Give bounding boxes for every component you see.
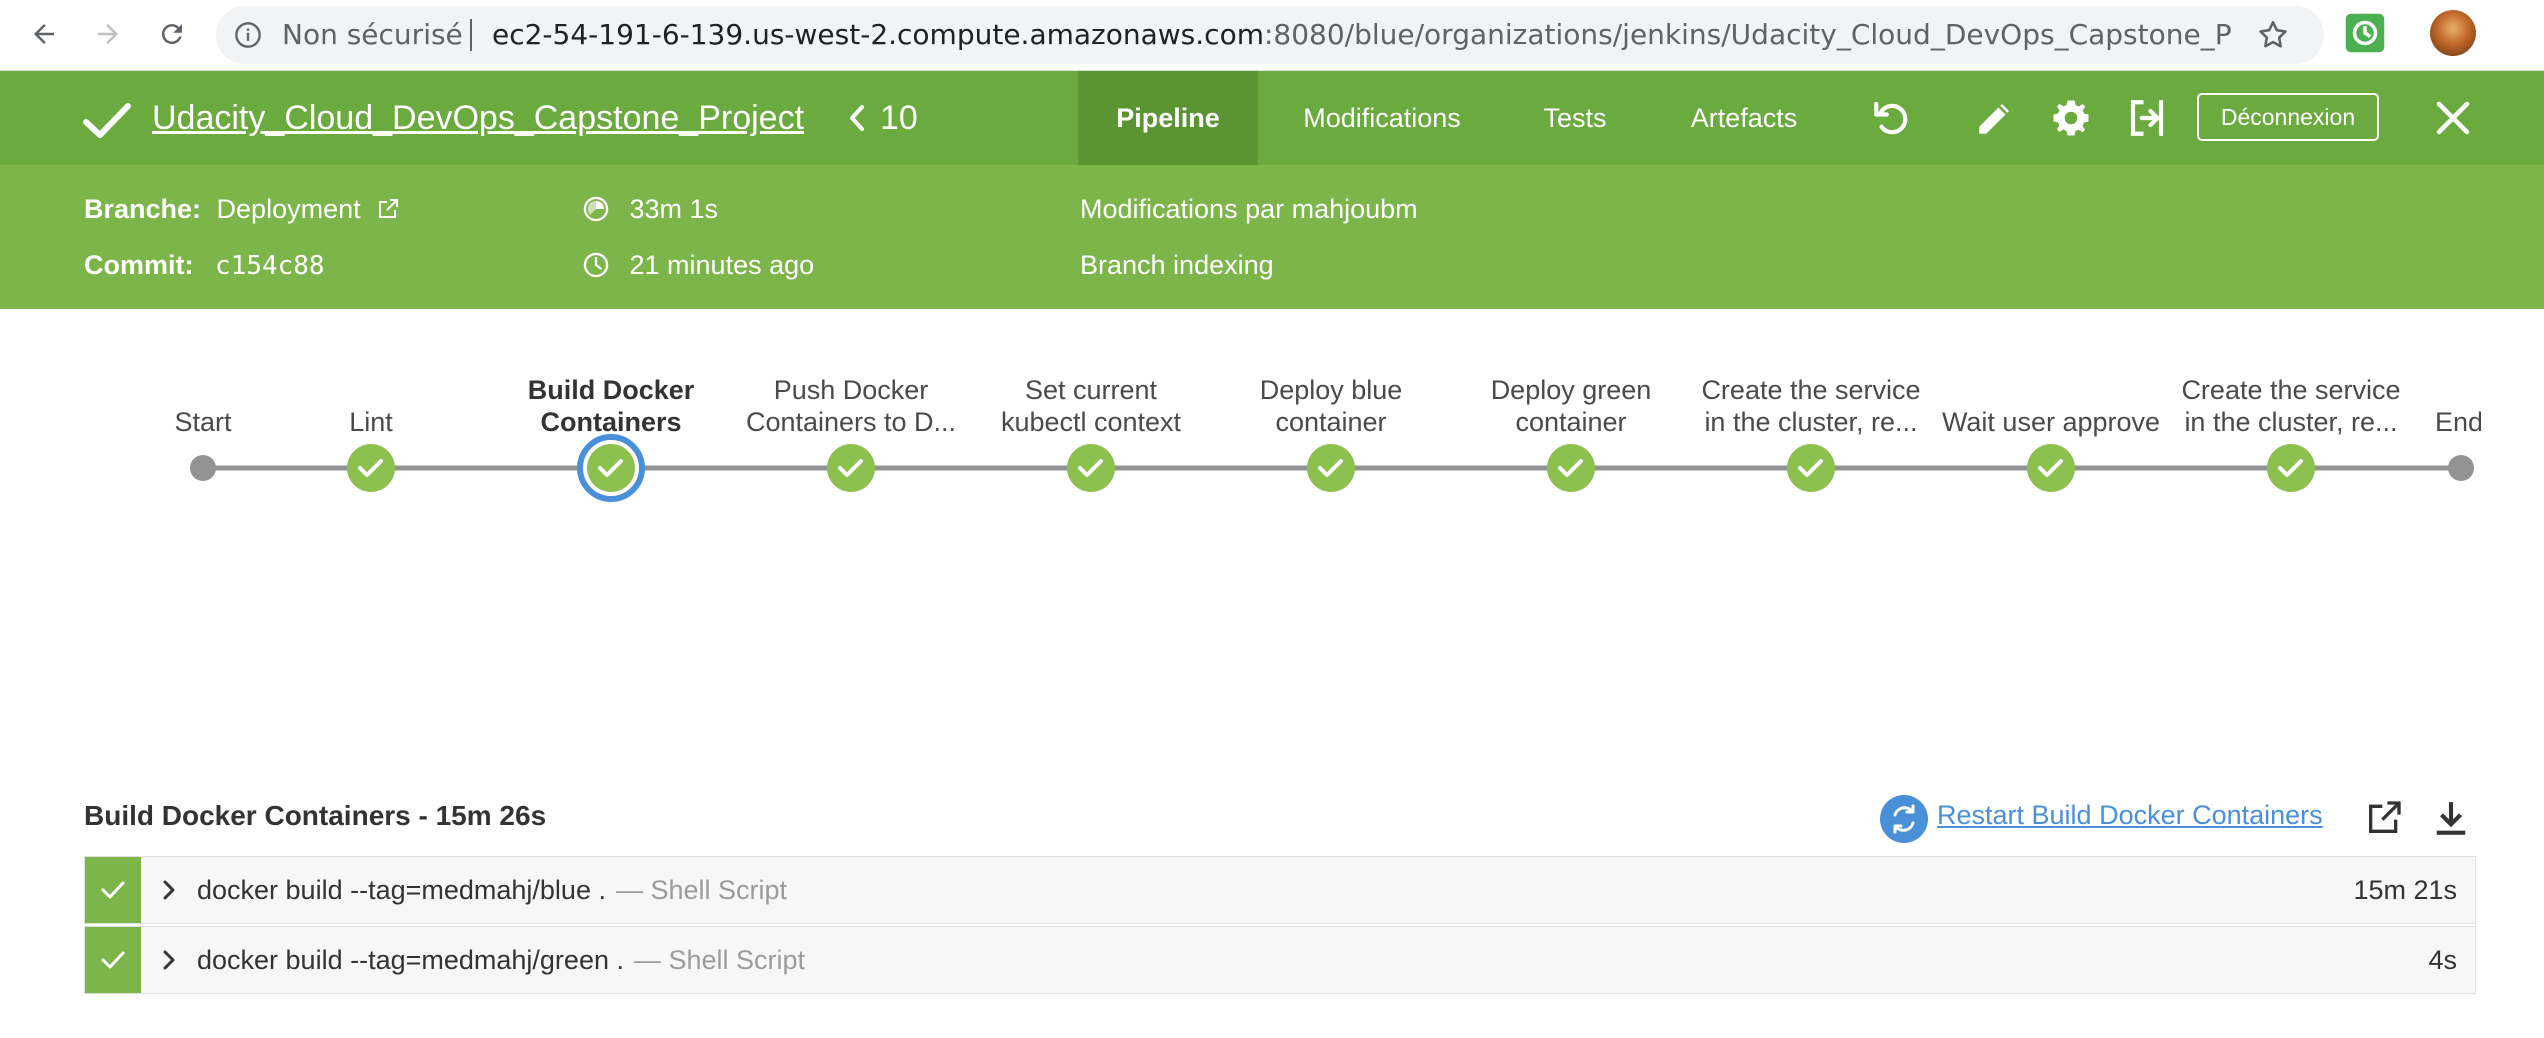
run-number: 10 [880,99,918,137]
stage-node-2[interactable] [577,434,645,502]
omnibox-separator [470,19,472,51]
started-row: 21 minutes ago [582,247,814,283]
branch-row: Branche: Deployment [84,191,400,227]
stage-node-3[interactable] [827,444,875,492]
chevron-left-icon[interactable] [846,101,868,135]
step-kind: — Shell Script [615,875,788,905]
run-header: Udacity_Cloud_DevOps_Capstone_Project 10… [0,71,2544,165]
started-value: 21 minutes ago [629,250,815,280]
restart-icon[interactable] [1880,795,1928,843]
browser-toolbar: Non sécurisé ec2-54-191-6-139.us-west-2.… [0,0,2544,71]
stage-node-8[interactable] [2027,444,2075,492]
forward-icon[interactable] [86,12,130,56]
project-link[interactable]: Udacity_Cloud_DevOps_Capstone_Project [152,95,804,141]
success-check-icon [83,103,131,138]
info-icon[interactable] [234,21,262,49]
stage-node-9[interactable] [2267,444,2315,492]
step-row[interactable]: docker build --tag=medmahj/green . — Shel… [84,926,2476,994]
open-in-new-window-icon[interactable] [2364,798,2404,838]
tab-tests[interactable]: Tests [1520,71,1630,165]
stage-node-4[interactable] [1067,444,1115,492]
stage-node-7[interactable] [1787,444,1835,492]
tab-artefacts[interactable]: Artefacts [1660,71,1828,165]
tab-pipeline[interactable]: Pipeline [1078,71,1258,165]
step-duration: 15m 21s [2353,875,2457,905]
restart-stage-link[interactable]: Restart Build Docker Containers [1937,800,2323,831]
stage-node-10 [2448,455,2474,481]
step-success-icon [85,857,141,923]
step-label: docker build --tag=medmahj/blue . — Shell… [197,857,787,923]
close-icon[interactable] [2432,97,2474,139]
stage-steps-title: Build Docker Containers - 15m 26s [84,800,547,831]
step-command: docker build --tag=medmahj/green . [197,945,624,975]
branch-value: Deployment [216,194,361,224]
branch-label: Branche: [84,194,202,224]
profile-avatar[interactable] [2430,10,2476,56]
commit-value: c154c88 [215,251,325,281]
url-host: ec2-54-191-6-139.us-west-2.compute.amazo… [492,18,1264,51]
security-label: Non sécurisé [282,18,463,51]
duration-value: 33m 1s [629,194,719,224]
download-icon[interactable] [2432,798,2470,838]
reload-icon[interactable] [150,12,194,56]
pipeline-track [190,434,2474,502]
pipeline-graph: Start Lint Build Docker Containers Push Doc… [0,310,2544,610]
url-path: :8080/blue/organizations/jenkins/Udacity… [1263,18,2232,51]
stage-node-0 [190,455,216,481]
step-success-icon [85,927,141,993]
run-details: Branche: Deployment Commit: c154c88 33m … [0,165,2544,309]
step-kind: — Shell Script [633,945,806,975]
stage-node-1[interactable] [347,444,395,492]
changes-text: Modifications par mahjoubm [1080,194,1418,224]
stage-node-6[interactable] [1547,444,1595,492]
extension-icon[interactable] [2344,12,2386,54]
url-text[interactable]: ec2-54-191-6-139.us-west-2.compute.amazo… [492,18,2232,52]
cause-text: Branch indexing [1080,250,1274,280]
tab-modifications[interactable]: Modifications [1270,71,1494,165]
external-link-icon[interactable] [376,197,400,221]
chevron-right-icon[interactable] [157,947,181,973]
commit-row: Commit: c154c88 [84,247,325,284]
gear-icon[interactable] [2050,97,2092,139]
step-label: docker build --tag=medmahj/green . — Shel… [197,927,805,993]
duration-row: 33m 1s [582,191,718,227]
rerun-icon[interactable] [1871,97,1913,139]
step-command: docker build --tag=medmahj/blue . [197,875,606,905]
address-bar[interactable]: Non sécurisé ec2-54-191-6-139.us-west-2.… [216,6,2324,64]
step-duration: 4s [2428,945,2457,975]
commit-label: Commit: [84,250,194,280]
logout-button[interactable]: Déconnexion [2197,93,2379,141]
open-classic-icon[interactable] [2126,97,2168,139]
back-icon[interactable] [22,12,66,56]
clock-icon [583,252,609,278]
chevron-right-icon[interactable] [157,877,181,903]
star-icon[interactable] [2256,18,2290,52]
step-row[interactable]: docker build --tag=medmahj/blue . — Shell… [84,856,2476,924]
stage-node-5[interactable] [1307,444,1355,492]
duration-icon [583,196,609,222]
edit-icon[interactable] [1974,97,2016,139]
